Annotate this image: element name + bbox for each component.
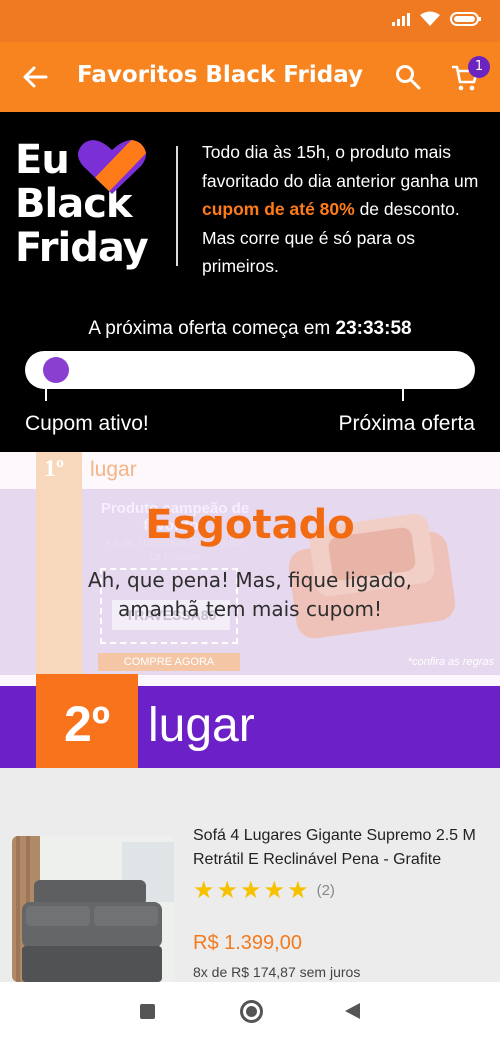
product-price: R$ 1.399,00 bbox=[193, 932, 302, 954]
first-place-card: 1º lugar Produto campeão de favoritos Ki… bbox=[0, 452, 500, 686]
wifi-icon bbox=[420, 11, 440, 27]
progress-tick-start bbox=[45, 389, 47, 401]
product-card[interactable]: Sofá 4 Lugares Gigante Supremo 2.5 M Ret… bbox=[0, 768, 500, 982]
nav-back-icon[interactable] bbox=[345, 1003, 360, 1019]
star-icon: ★ bbox=[216, 876, 239, 904]
star-icon: ★ bbox=[193, 876, 215, 904]
countdown-text: A próxima oferta começa em 23:33:58 bbox=[88, 318, 412, 339]
cart-count-badge: 1 bbox=[468, 56, 490, 78]
review-count: (2) bbox=[316, 881, 335, 899]
product-name[interactable]: Sofá 4 Lugares Gigante Supremo 2.5 M Ret… bbox=[193, 824, 493, 872]
product-image[interactable] bbox=[12, 836, 174, 982]
second-rank-number: 2º bbox=[63, 696, 111, 752]
star-icon: ★ bbox=[287, 876, 309, 904]
countdown-timer: 23:33:58 bbox=[335, 318, 412, 339]
rules-link: *confira as regras bbox=[407, 656, 494, 668]
star-icon: ★ bbox=[240, 876, 262, 904]
installments-text: 8x de R$ 174,87 sem juros bbox=[193, 964, 361, 980]
buy-now-button: COMPRE AGORA bbox=[98, 653, 240, 671]
star-icon: ★ bbox=[263, 876, 286, 904]
sold-out-message: Ah, que pena! Mas, fique ligado, amanhã … bbox=[87, 568, 413, 621]
search-icon[interactable] bbox=[395, 64, 421, 90]
coupon-highlight: cupom de até 80% bbox=[202, 199, 355, 219]
promo-description: Todo dia às 15h, o produto mais favorita… bbox=[202, 142, 479, 276]
signal-icon bbox=[392, 12, 410, 26]
promo-banner: Eu Black Friday Todo dia às 15h, o produ… bbox=[0, 112, 500, 452]
product-rating: ★ ★ ★ ★ ★ (2) bbox=[193, 877, 335, 903]
back-arrow-icon[interactable] bbox=[22, 64, 48, 90]
brand-word-3: Friday bbox=[15, 225, 149, 271]
first-rank-badge bbox=[36, 452, 82, 675]
status-bar bbox=[0, 0, 500, 42]
recent-apps-icon[interactable] bbox=[140, 1004, 155, 1019]
first-rank-label: lugar bbox=[90, 458, 137, 481]
first-rank-number: 1º bbox=[44, 456, 64, 482]
next-offer-label: Próxima oferta bbox=[338, 412, 475, 435]
battery-icon bbox=[450, 11, 482, 27]
coupon-active-label: Cupom ativo! bbox=[25, 412, 149, 435]
system-nav-bar bbox=[0, 982, 500, 1041]
second-rank-label: lugar bbox=[148, 699, 255, 752]
sold-out-label: Esgotado bbox=[145, 502, 355, 548]
heart-icon bbox=[78, 140, 146, 194]
home-icon[interactable] bbox=[240, 1000, 263, 1023]
page-title: Favoritos Black Friday bbox=[77, 62, 364, 88]
banner-divider bbox=[176, 146, 178, 266]
progress-tick-end bbox=[402, 389, 404, 401]
offer-progress-bar bbox=[25, 351, 475, 389]
app-bar: Favoritos Black Friday 1 bbox=[0, 42, 500, 112]
